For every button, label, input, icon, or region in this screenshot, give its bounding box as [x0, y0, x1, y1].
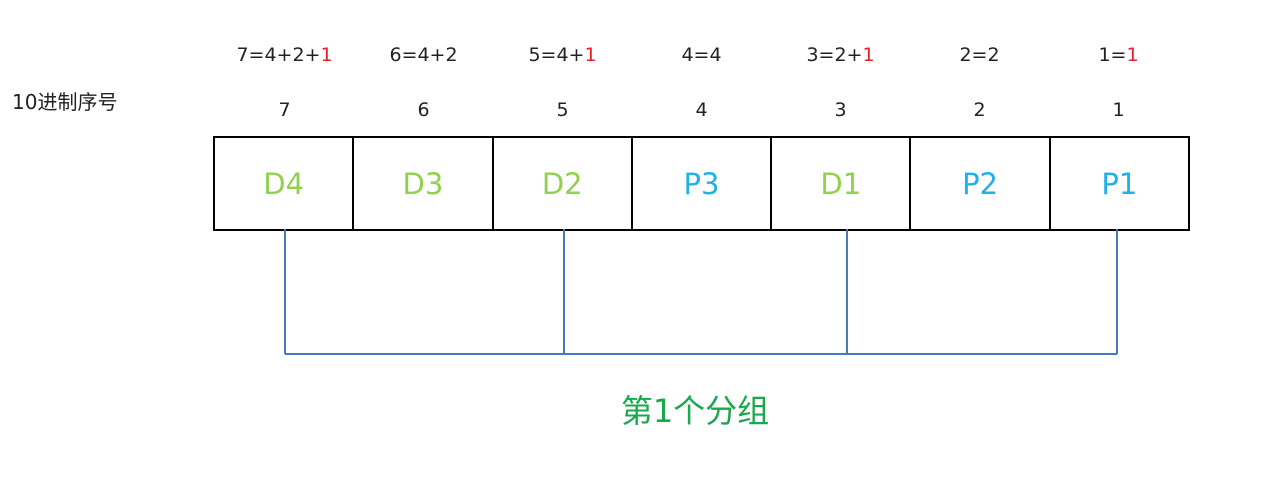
group-label: 第1个分组	[620, 392, 770, 430]
bit-cell-d4: D4	[263, 166, 305, 201]
row-label: 10进制序号	[12, 90, 118, 114]
index-3: 3	[834, 99, 847, 121]
formula-1: 1=1	[1098, 44, 1139, 66]
bit-cell-p2: P2	[909, 138, 1048, 229]
bit-cell-d1: D1	[770, 138, 909, 229]
index-4: 4	[695, 99, 708, 121]
formula-4: 4=4	[681, 44, 722, 66]
index-7: 7	[278, 99, 291, 121]
formula-5: 5=4+1	[528, 44, 597, 66]
index-2: 2	[973, 99, 986, 121]
bit-cell-d2: D2	[491, 138, 631, 229]
bit-cell-p1: P1	[1048, 138, 1188, 229]
formula-7: 7=4+2+1	[236, 44, 333, 66]
index-1: 1	[1112, 99, 1125, 121]
formula-2: 2=2	[959, 44, 1000, 66]
formula-3: 3=2+1	[806, 44, 875, 66]
bit-row: D4 D3 D2 P3 D1 P2 P1	[213, 136, 1190, 231]
formula-6: 6=4+2	[389, 44, 458, 66]
bit-cell-p3: P3	[630, 138, 770, 229]
index-5: 5	[556, 99, 569, 121]
index-6: 6	[417, 99, 430, 121]
bit-cell-d3: D3	[352, 138, 491, 229]
